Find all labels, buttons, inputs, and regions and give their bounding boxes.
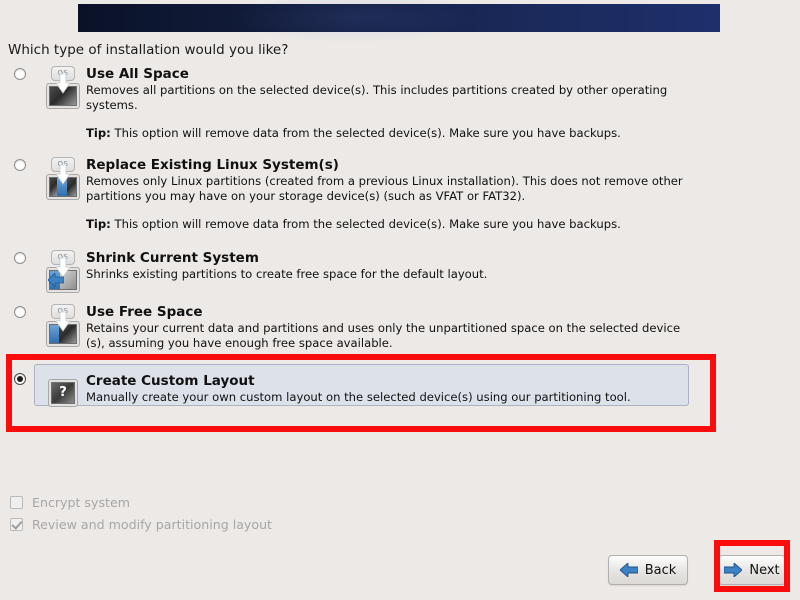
arrow-left-icon xyxy=(619,563,638,577)
checkbox-review-layout[interactable] xyxy=(10,517,23,531)
option-title: Create Custom Layout xyxy=(86,373,255,389)
option-text: Use Free Space Retains your current data… xyxy=(86,304,800,351)
disk-free-space-icon: OS xyxy=(44,304,82,348)
checkbox-label-encrypt-system: Encrypt system xyxy=(32,494,130,510)
arrow-down-icon xyxy=(56,74,70,94)
option-tip: Tip: This option will remove data from t… xyxy=(86,126,800,141)
tip-text: This option will remove data from the se… xyxy=(110,126,621,140)
option-text: Replace Existing Linux System(s) Removes… xyxy=(86,157,800,232)
arrow-left-icon xyxy=(48,273,64,287)
radio-cell xyxy=(0,250,40,264)
option-row-shrink-current-system[interactable]: OS Shrink Current System Shrinks existin… xyxy=(0,250,800,294)
option-title: Use Free Space xyxy=(86,304,203,320)
option-text: Use All Space Removes all partitions on … xyxy=(86,66,800,141)
checkbox-encrypt-system[interactable] xyxy=(10,495,23,509)
option-text: Create Custom Layout Manually create you… xyxy=(86,371,800,405)
radio-use-all-space[interactable] xyxy=(14,68,26,80)
radio-shrink-current-system[interactable] xyxy=(14,252,26,264)
option-description: Removes only Linux partitions (created f… xyxy=(86,174,683,203)
option-row-use-all-space[interactable]: OS Use All Space Removes all partitions … xyxy=(0,66,800,141)
icon-cell: OS xyxy=(40,66,86,110)
checkbox-label-review-layout: Review and modify partitioning layout xyxy=(32,516,272,532)
next-button[interactable]: Next xyxy=(718,555,786,585)
icon-cell: OS xyxy=(40,250,86,294)
option-text: Shrink Current System Shrinks existing p… xyxy=(86,250,800,282)
option-title: Shrink Current System xyxy=(86,250,259,266)
tip-text: This option will remove data from the se… xyxy=(110,217,621,231)
option-tip: Tip: This option will remove data from t… xyxy=(86,217,800,232)
checkbox-row-review-layout[interactable]: Review and modify partitioning layout xyxy=(10,514,272,534)
icon-cell: ? xyxy=(40,371,86,407)
radio-create-custom-layout[interactable] xyxy=(14,373,26,385)
checkbox-row-encrypt-system[interactable]: Encrypt system xyxy=(10,492,272,512)
radio-cell xyxy=(0,304,40,318)
disk-replace-linux-icon: OS xyxy=(44,157,82,201)
option-title: Use All Space xyxy=(86,66,189,82)
arrow-right-icon xyxy=(724,563,743,577)
back-button-label: Back xyxy=(644,562,677,578)
option-title: Replace Existing Linux System(s) xyxy=(86,157,339,173)
option-description: Retains your current data and partitions… xyxy=(86,321,681,350)
radio-cell xyxy=(0,371,40,385)
back-button[interactable]: Back xyxy=(608,555,688,585)
radio-cell xyxy=(0,66,40,80)
icon-cell: OS xyxy=(40,157,86,201)
tip-label: Tip: xyxy=(86,217,111,231)
tip-label: Tip: xyxy=(86,126,111,140)
next-button-label: Next xyxy=(749,562,780,578)
arrow-down-icon xyxy=(56,165,70,185)
disk-shrink-icon: OS xyxy=(44,250,82,294)
installer-banner xyxy=(78,0,720,44)
option-description: Manually create your own custom layout o… xyxy=(86,390,631,404)
option-description: Removes all partitions on the selected d… xyxy=(86,83,668,112)
option-description: Shrinks existing partitions to create fr… xyxy=(86,267,488,281)
radio-replace-existing-linux[interactable] xyxy=(14,159,26,171)
question-mark-glyph: ? xyxy=(51,382,75,404)
page-title: Which type of installation would you lik… xyxy=(8,42,289,58)
options-checkbox-group: Encrypt system Review and modify partiti… xyxy=(10,492,272,536)
option-row-create-custom-layout[interactable]: ? Create Custom Layout Manually create y… xyxy=(0,371,800,407)
disk-use-all-space-icon: OS xyxy=(44,66,82,110)
option-row-use-free-space[interactable]: OS Use Free Space Retains your current d… xyxy=(0,304,800,351)
icon-cell: OS xyxy=(40,304,86,348)
radio-use-free-space[interactable] xyxy=(14,306,26,318)
option-row-replace-existing-linux[interactable]: OS Replace Existing Linux System(s) Remo… xyxy=(0,157,800,232)
radio-cell xyxy=(0,157,40,171)
arrow-down-icon xyxy=(56,312,70,332)
question-mark-disk-icon: ? xyxy=(48,379,78,407)
